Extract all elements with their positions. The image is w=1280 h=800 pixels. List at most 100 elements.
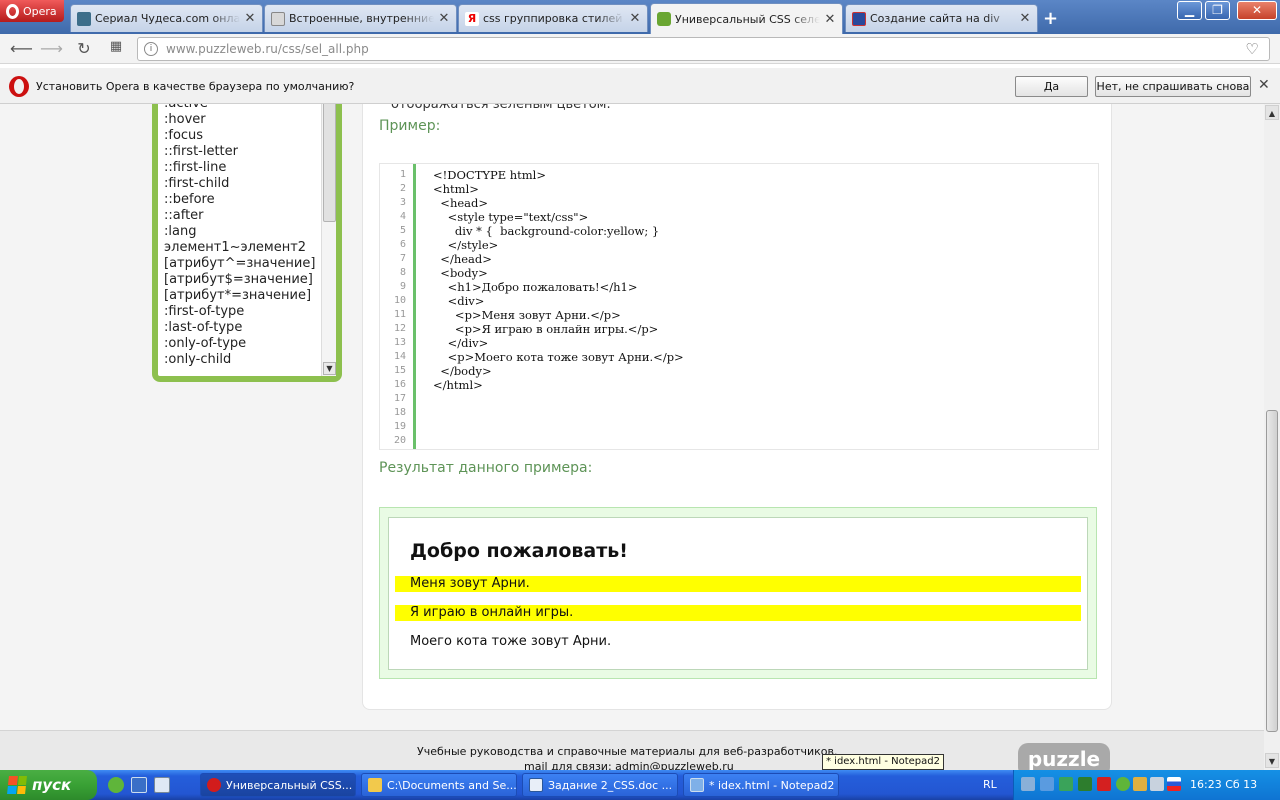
puzzle-logo[interactable]: puzzle: [1018, 743, 1110, 770]
printer-icon[interactable]: [1150, 777, 1164, 791]
selector-list-item[interactable]: :focus: [164, 128, 315, 144]
selector-list-item[interactable]: :first-child: [164, 176, 315, 192]
selector-list-item[interactable]: [атрибут^=значение]: [164, 256, 315, 272]
scroll-down-arrow-icon[interactable]: ▼: [1265, 753, 1279, 768]
tab-title: Универсальный CSS селект: [675, 12, 820, 26]
tab-css-grouping[interactable]: Я css группировка стилей — Я ✕: [458, 4, 648, 32]
opera-logo-icon: [6, 3, 19, 19]
site-favicon-icon: [852, 11, 866, 26]
sync-icon[interactable]: [1040, 777, 1054, 791]
dont-ask-button[interactable]: Нет, не спрашивать снова: [1095, 76, 1251, 97]
selector-list-item[interactable]: :only-child: [164, 352, 315, 368]
task-label: * idex.html - Notepad2: [709, 778, 835, 792]
scroll-down-arrow-icon[interactable]: ▼: [323, 362, 336, 375]
selector-list-item[interactable]: ::after: [164, 208, 315, 224]
word-document-icon: [529, 778, 543, 792]
heart-bookmark-icon[interactable]: ♡: [1241, 40, 1263, 58]
volume-icon[interactable]: [1133, 777, 1147, 791]
close-tab-icon[interactable]: ✕: [438, 11, 450, 26]
address-field[interactable]: i www.puzzleweb.ru/css/sel_all.php ♡: [137, 37, 1270, 61]
quick-launch-window-icon[interactable]: [154, 777, 170, 793]
start-button[interactable]: пуск: [0, 770, 97, 800]
show-desktop-icon[interactable]: [131, 777, 147, 793]
tab-serial[interactable]: Сериал Чудеса.com онлайн ✕: [70, 4, 263, 32]
code-line: <body>: [433, 266, 488, 280]
opera-menu-button[interactable]: Opera: [0, 0, 64, 22]
footer-description: Учебные руководства и справочные материа…: [417, 745, 838, 758]
network-icon[interactable]: [1021, 777, 1035, 791]
page-scrollbar-thumb[interactable]: [1266, 410, 1278, 732]
tab-div-site[interactable]: Создание сайта на div ✕: [845, 4, 1038, 32]
window-close-button[interactable]: ✕: [1237, 1, 1277, 20]
reload-icon[interactable]: ↻: [74, 39, 94, 58]
site-favicon-icon: [77, 11, 91, 26]
task-notepad2[interactable]: * idex.html - Notepad2: [683, 773, 839, 797]
close-tab-icon[interactable]: ✕: [824, 12, 836, 27]
line-number: 19: [393, 421, 406, 432]
tab-title: Сериал Чудеса.com онлайн: [95, 12, 240, 25]
partial-text: отображаться зеленым цветом.: [391, 104, 611, 112]
selector-list-item[interactable]: :lang: [164, 224, 315, 240]
line-number: 8: [399, 267, 406, 278]
russian-flag-icon[interactable]: [1167, 777, 1181, 791]
new-tab-button[interactable]: +: [1043, 8, 1058, 29]
selector-list-item[interactable]: элемент1~элемент2: [164, 240, 315, 256]
selector-list-item[interactable]: ::before: [164, 192, 315, 208]
selector-list-item[interactable]: ::first-letter: [164, 144, 315, 160]
scroll-up-arrow-icon[interactable]: ▲: [1265, 105, 1279, 120]
example-heading: Пример:: [379, 118, 441, 134]
line-number: 11: [393, 309, 406, 320]
selector-list-scrollbar[interactable]: ▼: [321, 104, 336, 376]
page-viewport: :active:hover:focus::first-letter::first…: [0, 104, 1264, 770]
opera-icon: [207, 778, 221, 792]
close-tab-icon[interactable]: ✕: [629, 11, 641, 26]
selector-list: :active:hover:focus::first-letter::first…: [164, 104, 315, 368]
task-opera[interactable]: Универсальный CSS...: [200, 773, 356, 797]
language-indicator[interactable]: RL: [983, 778, 997, 791]
line-number: 3: [399, 197, 406, 208]
result-preview: Добро пожаловать! Меня зовут Арни. Я игр…: [388, 517, 1088, 670]
notepad-icon: [690, 778, 704, 792]
windows-taskbar: пуск Универсальный CSS... C:\Documents a…: [0, 770, 1280, 800]
tray-app-icon[interactable]: [1059, 777, 1073, 791]
tray-security-icon[interactable]: [1097, 777, 1111, 791]
scrollbar-thumb[interactable]: [323, 104, 336, 222]
selector-list-item[interactable]: :active: [164, 104, 315, 112]
tab-universal-css-selector[interactable]: Универсальный CSS селект ✕: [650, 3, 843, 34]
close-tab-icon[interactable]: ✕: [244, 11, 256, 26]
selector-list-item[interactable]: [атрибут*=значение]: [164, 288, 315, 304]
minimize-button[interactable]: ▁: [1177, 1, 1202, 20]
close-notification-icon[interactable]: ✕: [1258, 77, 1270, 93]
selector-list-item[interactable]: ::first-line: [164, 160, 315, 176]
close-tab-icon[interactable]: ✕: [1019, 11, 1031, 26]
puzzle-favicon-icon: [657, 12, 671, 26]
line-number: 15: [393, 365, 406, 376]
tray-app-icon[interactable]: [1116, 777, 1130, 791]
selector-list-item[interactable]: :hover: [164, 112, 315, 128]
page-vertical-scrollbar[interactable]: ▲ ▼: [1264, 104, 1280, 770]
selector-list-item[interactable]: :first-of-type: [164, 304, 315, 320]
default-browser-notification: Установить Opera в качестве браузера по …: [0, 68, 1280, 104]
tray-app-icon[interactable]: [1078, 777, 1092, 791]
site-info-icon[interactable]: i: [144, 42, 158, 56]
result-paragraph-highlighted: Меня зовут Арни.: [395, 576, 1081, 592]
maximize-button[interactable]: ❐: [1205, 1, 1230, 20]
tab-title: css группировка стилей — Я: [483, 12, 625, 25]
tab-inline-styles[interactable]: Встроенные, внутренние и ✕: [264, 4, 457, 32]
result-paragraph-highlighted: Я играю в онлайн игры.: [395, 605, 1081, 621]
code-line: <style type="text/css">: [433, 210, 589, 224]
selector-list-item[interactable]: :last-of-type: [164, 320, 315, 336]
back-arrow-icon[interactable]: ⟵: [10, 39, 33, 58]
code-line: <div>: [433, 294, 485, 308]
code-line: </head>: [433, 252, 492, 266]
quick-launch-app-icon[interactable]: [108, 777, 124, 793]
selector-list-item[interactable]: :only-of-type: [164, 336, 315, 352]
yes-button[interactable]: Да: [1015, 76, 1088, 97]
task-word[interactable]: Задание 2_CSS.doc ...: [522, 773, 678, 797]
code-line: <html>: [433, 182, 479, 196]
forward-arrow-icon[interactable]: ⟶: [40, 39, 63, 58]
taskbar-tooltip: * idex.html - Notepad2: [822, 754, 944, 770]
speed-dial-grid-icon[interactable]: ▦: [106, 39, 126, 54]
selector-list-item[interactable]: [атрибут$=значение]: [164, 272, 315, 288]
task-explorer[interactable]: C:\Documents and Se...: [361, 773, 517, 797]
